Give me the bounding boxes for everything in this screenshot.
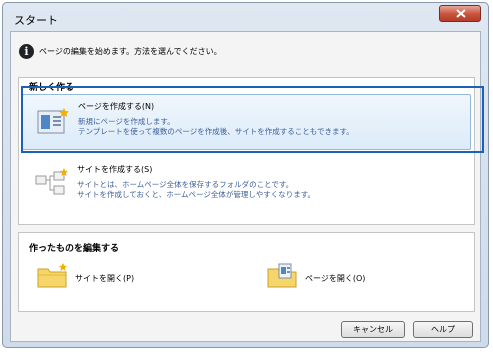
info-message: ページの編集を始めます。方法を選んでください。 [39, 47, 222, 56]
window-title: スタート [14, 14, 58, 27]
open-site-label: サイトを開く(P) [75, 274, 135, 283]
edit-section-title: 作ったものを編集する [29, 244, 120, 254]
close-button[interactable] [439, 5, 481, 22]
cancel-button[interactable]: キャンセル [341, 321, 405, 338]
start-dialog: スタート i ページの編集を始めます。方法を選んでください。 新しく作る ページ… [2, 2, 489, 348]
selection-highlight [21, 86, 484, 153]
open-site-option[interactable]: サイトを開く(P) [37, 261, 187, 295]
info-icon: i [19, 44, 34, 59]
open-page-label: ページを開く(O) [305, 274, 366, 283]
edit-section-panel: 作ったものを編集する サイトを開く(P) ページを開く(O) [18, 232, 475, 312]
title-bar: スタート [3, 3, 488, 31]
open-page-icon [267, 263, 297, 288]
create-site-icon [35, 168, 68, 195]
create-site-option[interactable]: サイトを作成する(S) サイトとは、ホームページ全体を保存するフォルダのことです… [22, 158, 471, 214]
create-site-desc-2: サイトを作成しておくと、ホームページ全体が管理しやすくなります。 [77, 190, 316, 199]
open-site-icon [37, 263, 67, 288]
create-site-label: サイトを作成する(S) [77, 165, 153, 174]
dialog-body: i ページの編集を始めます。方法を選んでください。 新しく作る ページを作成する… [10, 31, 481, 342]
help-button[interactable]: ヘルプ [413, 321, 473, 338]
create-site-desc-1: サイトとは、ホームページ全体を保存するフォルダのことです。 [77, 180, 294, 189]
open-page-option[interactable]: ページを開く(O) [267, 261, 417, 295]
close-icon [456, 9, 466, 18]
